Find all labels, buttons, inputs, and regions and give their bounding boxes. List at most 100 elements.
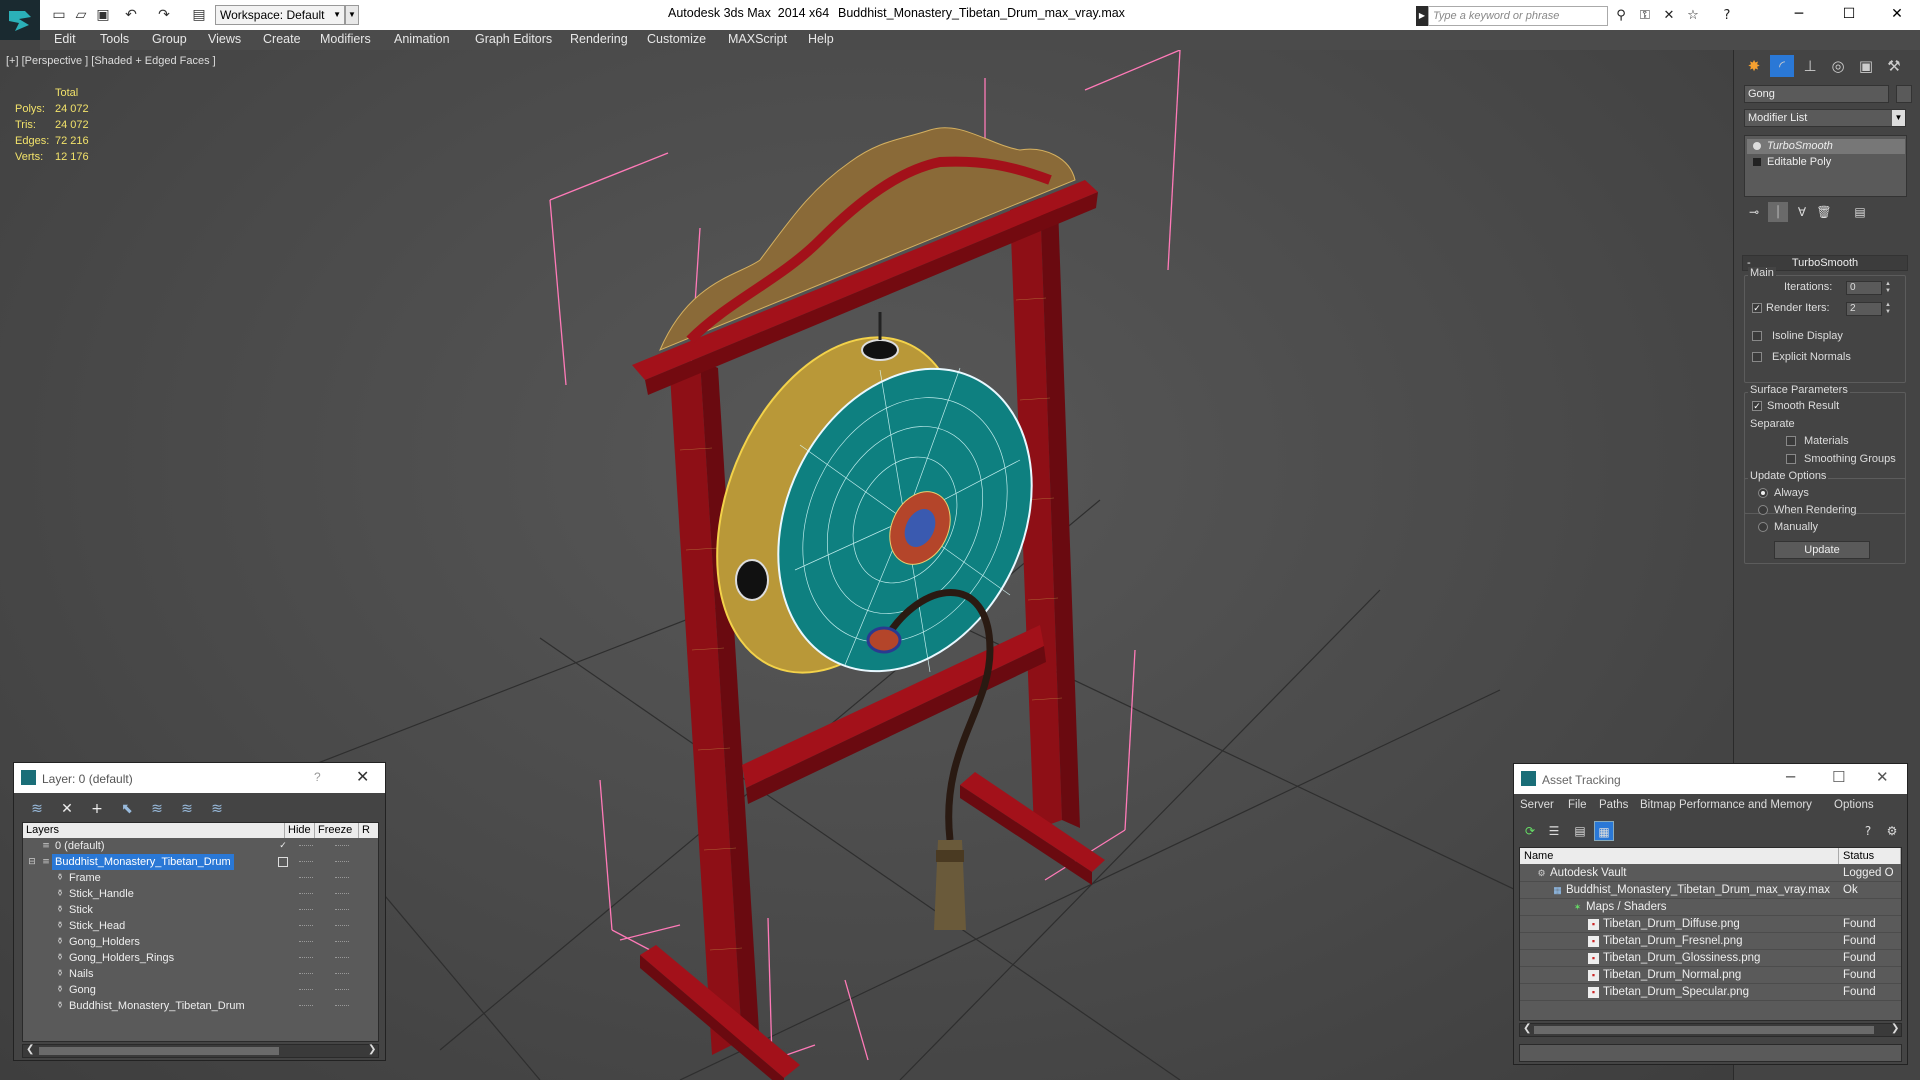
viewport-label[interactable]: [+] [Perspective ] [Shaded + Edged Faces… <box>6 55 216 67</box>
hide-toggle[interactable] <box>299 893 313 895</box>
layer-object-row[interactable]: ⚱ Nails <box>23 966 378 982</box>
create-layer-icon[interactable]: ≋ <box>26 799 48 819</box>
favorites-star-icon[interactable]: ☆ <box>1684 7 1702 25</box>
hide-toggle[interactable] <box>299 877 313 879</box>
asset-menu-server[interactable]: Server <box>1520 799 1554 811</box>
isoline-display-checkbox[interactable] <box>1752 331 1762 341</box>
subscription-icon[interactable]: ⚿ <box>1636 7 1654 25</box>
hide-all-icon[interactable]: ≋ <box>176 799 198 819</box>
workspace-menu-button[interactable]: ▼ <box>345 5 359 25</box>
display-tab-icon[interactable]: ▣ <box>1854 55 1878 77</box>
stack-item-turbosmooth[interactable]: TurboSmooth <box>1747 139 1905 154</box>
help-icon[interactable]: ? <box>1858 821 1878 841</box>
project-folder-icon[interactable]: ▤ <box>190 6 208 24</box>
col-hide[interactable]: Hide <box>285 823 315 838</box>
app-logo-icon[interactable] <box>0 0 40 40</box>
object-name-field[interactable]: Gong <box>1744 85 1889 103</box>
open-file-icon[interactable]: ▱ <box>72 6 90 24</box>
create-tab-icon[interactable]: ✸ <box>1742 55 1766 77</box>
freeze-all-icon[interactable]: ≋ <box>206 799 228 819</box>
hide-toggle[interactable] <box>299 861 313 863</box>
col-status[interactable]: Status <box>1839 848 1901 864</box>
freeze-toggle[interactable] <box>335 877 349 879</box>
asset-row[interactable]: ▪ Tibetan_Drum_Specular.png Found <box>1520 984 1901 1001</box>
asset-row[interactable]: ▪ Tibetan_Drum_Diffuse.png Found <box>1520 916 1901 933</box>
highlight-layer-icon[interactable]: ≋ <box>146 799 168 819</box>
hide-toggle[interactable] <box>299 989 313 991</box>
remove-modifier-icon[interactable]: 🗑 <box>1814 202 1834 222</box>
render-iters-checkbox[interactable]: ✓ <box>1752 303 1762 313</box>
asset-row[interactable]: ⚙ Autodesk Vault Logged O <box>1520 865 1901 882</box>
hide-toggle[interactable] <box>299 909 313 911</box>
layer-object-row[interactable]: ⚱ Stick_Handle <box>23 886 378 902</box>
asset-menu-options[interactable]: Options <box>1834 799 1874 811</box>
layer-object-row[interactable]: ⚱ Frame <box>23 870 378 886</box>
freeze-toggle[interactable] <box>335 973 349 975</box>
asset-row[interactable]: ▪ Tibetan_Drum_Fresnel.png Found <box>1520 933 1901 950</box>
table-view-icon[interactable]: ▦ <box>1594 821 1614 841</box>
select-objects-icon[interactable]: ⬉ <box>116 799 138 819</box>
expand-icon[interactable] <box>1753 158 1761 166</box>
smooth-result-checkbox[interactable]: ✓ <box>1752 401 1762 411</box>
layer-row[interactable]: ⊟ ≡ Buddhist_Monastery_Tibetan_Drum <box>23 854 378 870</box>
freeze-toggle[interactable] <box>335 893 349 895</box>
scroll-left-icon[interactable]: ❮ <box>26 1044 34 1055</box>
materials-checkbox[interactable] <box>1786 436 1796 446</box>
asset-path-field[interactable] <box>1519 1044 1902 1062</box>
col-layers[interactable]: Layers <box>23 823 285 838</box>
layer-dialog-titlebar[interactable]: Layer: 0 (default) ? ✕ <box>14 763 385 793</box>
binoculars-icon[interactable]: ⚲ <box>1612 7 1630 25</box>
refresh-icon[interactable]: ⟳ <box>1520 821 1540 841</box>
utilities-tab-icon[interactable]: ⚒ <box>1882 55 1906 77</box>
help-icon[interactable]: ? <box>314 770 321 784</box>
scroll-right-icon[interactable]: ❯ <box>368 1044 376 1055</box>
list-view-icon[interactable]: ☰ <box>1544 821 1564 841</box>
asset-menu-file[interactable]: File <box>1568 799 1587 811</box>
menu-group[interactable]: Group <box>152 32 187 46</box>
workspace-dropdown[interactable]: Workspace: Default ▼ <box>215 5 345 25</box>
freeze-toggle[interactable] <box>335 909 349 911</box>
scroll-right-icon[interactable]: ❯ <box>1891 1023 1899 1034</box>
close-button[interactable]: ✕ <box>1874 0 1920 30</box>
menu-edit[interactable]: Edit <box>54 32 76 46</box>
layer-object-row[interactable]: ⚱ Buddhist_Monastery_Tibetan_Drum <box>23 998 378 1014</box>
minimize-button[interactable]: ─ <box>1776 0 1822 30</box>
spinner-arrows-icon[interactable]: ▲ ▼ <box>1884 281 1892 295</box>
show-end-result-icon[interactable]: ⏐ <box>1768 202 1788 222</box>
horizontal-scrollbar[interactable]: ❮ ❯ <box>22 1044 379 1058</box>
pin-stack-icon[interactable]: ⊸ <box>1744 202 1764 222</box>
new-file-icon[interactable]: ▭ <box>50 6 68 24</box>
radio-always[interactable] <box>1758 488 1768 498</box>
menu-help[interactable]: Help <box>808 32 834 46</box>
freeze-toggle[interactable] <box>335 957 349 959</box>
asset-row[interactable]: ▪ Tibetan_Drum_Glossiness.png Found <box>1520 950 1901 967</box>
save-file-icon[interactable]: ▣ <box>94 6 112 24</box>
radio-manually[interactable] <box>1758 522 1768 532</box>
modifier-list-dropdown[interactable]: Modifier List <box>1744 109 1906 127</box>
freeze-toggle[interactable] <box>335 925 349 927</box>
render-iters-spinner[interactable]: 2 <box>1846 302 1882 316</box>
undo-icon[interactable]: ↶ <box>122 6 140 24</box>
layer-object-row[interactable]: ⚱ Stick <box>23 902 378 918</box>
menu-customize[interactable]: Customize <box>647 32 706 46</box>
communication-icon[interactable]: ✕ <box>1660 7 1678 25</box>
freeze-toggle[interactable] <box>335 941 349 943</box>
asset-menu-bitmap-performance[interactable]: Bitmap Performance and Memory <box>1640 799 1812 811</box>
iterations-spinner[interactable]: 0 <box>1846 281 1882 295</box>
menu-animation[interactable]: Animation <box>394 32 450 46</box>
minimize-icon[interactable]: ─ <box>1786 768 1795 786</box>
help-icon[interactable]: ? <box>1718 7 1736 25</box>
layer-object-row[interactable]: ⚱ Gong_Holders_Rings <box>23 950 378 966</box>
hide-toggle[interactable] <box>299 1005 313 1007</box>
col-freeze[interactable]: Freeze <box>315 823 359 838</box>
smoothing-groups-checkbox[interactable] <box>1786 454 1796 464</box>
layer-object-row[interactable]: ⚱ Stick_Head <box>23 918 378 934</box>
redo-icon[interactable]: ↷ <box>155 6 173 24</box>
close-icon[interactable]: ✕ <box>1876 768 1889 786</box>
maximize-icon[interactable]: ☐ <box>1832 768 1845 786</box>
freeze-toggle[interactable] <box>335 1005 349 1007</box>
set-active-layer-icon[interactable] <box>278 857 288 867</box>
hide-toggle[interactable] <box>299 925 313 927</box>
horizontal-scrollbar[interactable]: ❮ ❯ <box>1519 1023 1902 1037</box>
tree-view-icon[interactable]: ▤ <box>1570 821 1590 841</box>
